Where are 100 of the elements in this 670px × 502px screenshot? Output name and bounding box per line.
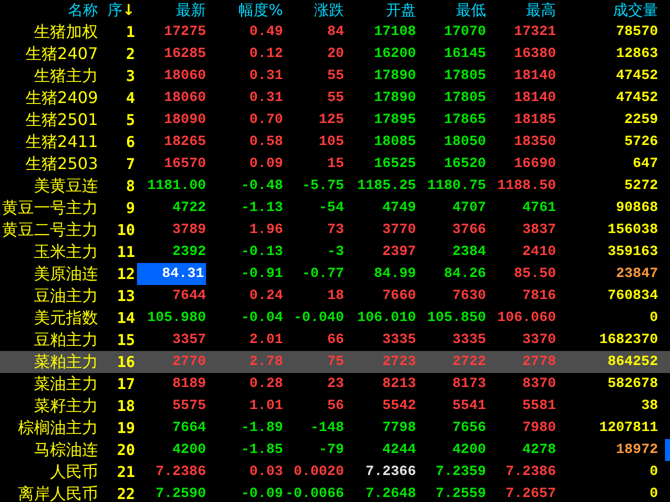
table-cell: 18	[327, 289, 344, 303]
table-cell: 2384	[452, 245, 486, 259]
column-header[interactable]: 最低	[456, 3, 486, 18]
table-cell: 359163	[608, 245, 658, 259]
table-cell: 3770	[382, 223, 416, 237]
instrument-name: 菜籽主力	[34, 398, 98, 414]
row-number: 15	[116, 332, 135, 348]
table-cell: 4200	[172, 443, 206, 457]
table-cell: 7656	[452, 421, 486, 435]
column-header[interactable]: 名称	[68, 3, 98, 18]
row-number: 19	[116, 420, 135, 436]
table-cell: 23	[327, 377, 344, 391]
table-cell: 7.2386	[156, 465, 206, 479]
table-cell: 0.03	[249, 465, 283, 479]
table-cell: 5542	[382, 399, 416, 413]
table-cell: 18060	[164, 69, 206, 83]
table-cell: 7816	[522, 289, 556, 303]
table-cell: 7798	[382, 421, 416, 435]
table-cell: 17108	[374, 25, 416, 39]
instrument-name: 生猪加权	[34, 24, 98, 40]
table-cell: 3789	[172, 223, 206, 237]
table-cell: 16200	[374, 47, 416, 61]
row-number: 2	[126, 46, 135, 62]
table-cell: -0.77	[302, 267, 344, 281]
table-cell: 2778	[522, 355, 556, 369]
table-cell: 0.70	[249, 113, 283, 127]
table-cell: 106.010	[357, 311, 416, 325]
table-cell: 647	[632, 157, 658, 171]
quote-row[interactable]: 菜粕主力 16 2770 2.78 75 2723 2722 2778 864252	[0, 351, 670, 373]
table-cell: 7644	[172, 289, 206, 303]
table-cell: -1.13	[240, 201, 283, 215]
table-cell: 3370	[522, 333, 556, 347]
table-cell: 55	[327, 91, 344, 105]
table-cell: 2410	[522, 245, 556, 259]
table-cell: 1188.50	[497, 179, 556, 193]
table-cell: 78570	[616, 25, 658, 39]
table-cell: 7.2648	[366, 487, 416, 501]
table-cell: -0.040	[294, 311, 344, 325]
table-cell: 2.01	[249, 333, 283, 347]
instrument-name: 豆油主力	[34, 288, 98, 304]
table-cell: 20	[327, 47, 344, 61]
table-cell: 73	[327, 223, 344, 237]
table-cell: -54	[318, 201, 344, 215]
instrument-name: 生猪主力	[34, 68, 98, 84]
table-cell: 5581	[522, 399, 556, 413]
table-cell: 17070	[444, 25, 486, 39]
table-cell: -0.09	[240, 487, 283, 501]
table-cell: 0.24	[249, 289, 283, 303]
table-cell: 66	[327, 333, 344, 347]
row-number: 11	[116, 244, 135, 260]
table-cell: 8189	[172, 377, 206, 391]
sort-arrow: ↓	[122, 3, 135, 18]
row-number: 22	[116, 486, 135, 502]
instrument-name: 生猪2411	[25, 134, 98, 150]
table-cell: 18265	[164, 135, 206, 149]
table-cell: 16380	[514, 47, 556, 61]
table-cell: 4749	[382, 201, 416, 215]
table-cell: -148	[310, 421, 344, 435]
column-header[interactable]: 幅度%	[238, 3, 283, 18]
column-header[interactable]: 最高	[526, 3, 556, 18]
row-number: 10	[116, 222, 135, 238]
table-cell: 4761	[522, 201, 556, 215]
table-cell: 0	[650, 311, 658, 325]
table-cell: 16285	[164, 47, 206, 61]
table-cell: 47452	[616, 69, 658, 83]
column-header[interactable]: 涨跌	[314, 3, 344, 18]
table-cell: -79	[318, 443, 344, 457]
table-cell: 15	[327, 157, 344, 171]
column-header[interactable]: 最新	[176, 3, 206, 18]
table-cell: 0.49	[249, 25, 283, 39]
table-cell: 1.01	[249, 399, 283, 413]
table-cell: 17890	[374, 91, 416, 105]
table-cell: 18060	[164, 91, 206, 105]
table-cell: 7.2386	[506, 465, 556, 479]
table-cell: 17895	[374, 113, 416, 127]
table-cell: 4707	[452, 201, 486, 215]
table-cell: 56	[327, 399, 344, 413]
table-cell: 3335	[382, 333, 416, 347]
table-cell: 16145	[444, 47, 486, 61]
column-header[interactable]: 序	[107, 3, 122, 18]
row-number: 17	[116, 376, 135, 392]
table-cell: 7664	[172, 421, 206, 435]
table-cell: 55	[327, 69, 344, 83]
instrument-name: 棕榈油主力	[18, 420, 98, 436]
table-cell: 8370	[522, 377, 556, 391]
table-cell: -3	[327, 245, 344, 259]
table-cell: 84.26	[444, 267, 486, 281]
table-cell: 3357	[172, 333, 206, 347]
table-cell: 105.850	[427, 311, 486, 325]
table-cell: 7.2366	[366, 465, 416, 479]
table-cell: 17275	[164, 25, 206, 39]
column-header[interactable]: 开盘	[386, 3, 416, 18]
table-cell: 18090	[164, 113, 206, 127]
table-cell: 0	[650, 465, 658, 479]
table-cell: 2392	[172, 245, 206, 259]
row-number: 13	[116, 288, 135, 304]
table-cell: 17865	[444, 113, 486, 127]
table-cell: -1.85	[240, 443, 283, 457]
column-header[interactable]: 成交量	[613, 3, 658, 18]
table-cell: 7980	[522, 421, 556, 435]
